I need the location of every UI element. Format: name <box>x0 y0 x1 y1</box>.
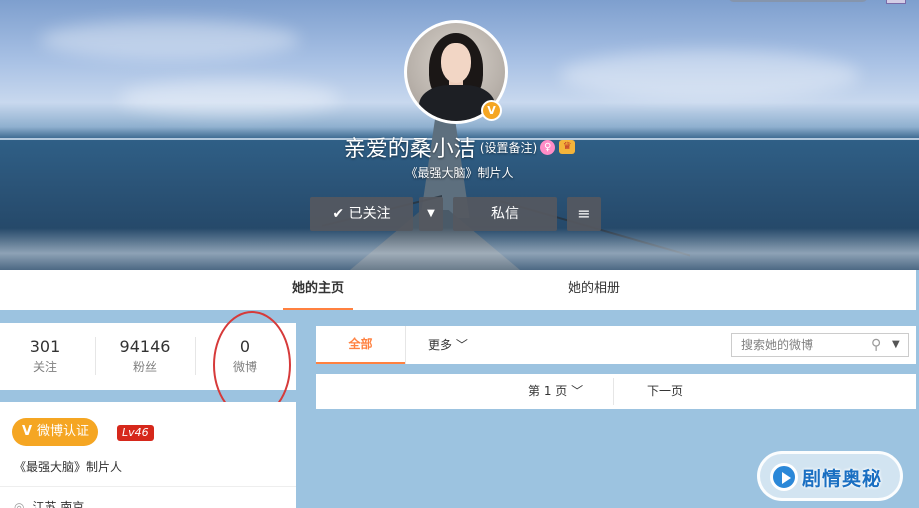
feed-tab-all[interactable]: 全部 <box>316 326 405 364</box>
female-icon: ♀ <box>540 139 556 155</box>
pagination: 第 1 页 ﹀ 下一页 <box>316 374 916 409</box>
profile-tabs: 她的主页 她的相册 <box>0 270 916 310</box>
more-menu-button[interactable]: ≡ <box>567 197 601 231</box>
stat-label: 粉丝 <box>132 360 157 374</box>
location-text: 江苏 南京 <box>32 500 85 508</box>
info-card: V 微博认证 Lv46 《最强大脑》制片人 ◎ 江苏 南京 <box>0 402 296 508</box>
set-remark-link[interactable]: (设置备注) <box>480 141 537 155</box>
cloud <box>40 20 300 60</box>
weibo-verified-badge[interactable]: V 微博认证 <box>12 418 98 446</box>
tab-album[interactable]: 她的相册 <box>556 270 632 310</box>
watermark-logo: 剧情奥秘 <box>757 451 903 501</box>
profile-name-row: 亲爱的桑小洁 (设置备注) ♀ ♛ <box>0 131 919 163</box>
feed-more-dropdown[interactable]: 更多 ﹀ <box>428 326 468 364</box>
following-button[interactable]: ✔ 已关注 <box>310 197 413 231</box>
profile-name: 亲爱的桑小洁 <box>343 137 476 162</box>
search-placeholder: 搜索她的微博 <box>741 338 814 352</box>
vip-icon[interactable]: ♛ <box>559 140 576 154</box>
location-pin-icon: ◎ <box>14 500 25 508</box>
message-button[interactable]: 私信 <box>453 197 557 231</box>
verified-icon: V <box>481 100 502 121</box>
profile-bio: 《最强大脑》制片人 <box>405 166 514 180</box>
check-icon: ✔ <box>332 206 345 222</box>
following-label: 已关注 <box>348 206 391 222</box>
cloud <box>120 80 340 116</box>
stat-following[interactable]: 301 关注 <box>0 337 90 375</box>
stat-value: 94146 <box>119 337 171 356</box>
avatar-face <box>441 43 471 83</box>
verified-label: 微博认证 <box>37 424 90 439</box>
chevron-down-icon[interactable]: ▼ <box>892 334 900 356</box>
divider <box>613 378 614 405</box>
divider <box>0 486 296 487</box>
page-select[interactable]: 第 1 页 ﹀ <box>528 374 583 408</box>
level-badge[interactable]: Lv46 <box>117 425 154 441</box>
divider <box>405 326 406 364</box>
feed-toolbar: 全部 更多 ﹀ 搜索她的微博 ⚲ ▼ <box>316 326 916 364</box>
divider <box>195 337 196 375</box>
top-square-button[interactable] <box>886 0 906 4</box>
follow-dropdown-button[interactable]: ▼ <box>419 197 443 231</box>
divider <box>95 337 96 375</box>
stat-label: 关注 <box>32 360 57 374</box>
watermark-text: 剧情奥秘 <box>802 468 883 490</box>
top-toolbar-edge <box>728 0 868 2</box>
play-icon <box>770 463 798 491</box>
location-row: ◎ 江苏 南京 <box>14 498 84 508</box>
tab-home[interactable]: 她的主页 <box>283 270 353 310</box>
stat-followers[interactable]: 94146 粉丝 <box>100 337 190 375</box>
verified-v-icon: V <box>21 424 33 439</box>
chevron-down-icon: ▼ <box>427 208 435 219</box>
next-page-link[interactable]: 下一页 <box>647 374 683 408</box>
waves <box>0 228 919 270</box>
info-description: 《最强大脑》制片人 <box>14 460 123 474</box>
cloud <box>560 50 860 100</box>
message-label: 私信 <box>491 206 519 222</box>
search-icon[interactable]: ⚲ <box>871 334 881 356</box>
search-input[interactable]: 搜索她的微博 ⚲ ▼ <box>731 333 909 357</box>
menu-icon: ≡ <box>577 204 591 223</box>
stat-value: 301 <box>29 337 61 356</box>
